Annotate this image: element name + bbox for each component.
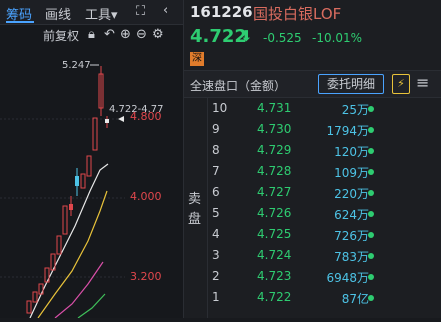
- ask-price: 4.728: [257, 164, 292, 178]
- ask-price: 4.724: [257, 248, 292, 262]
- ask-level: 6: [212, 185, 220, 199]
- ask-row[interactable]: 3 4.724 783万: [184, 245, 441, 266]
- candlestick-chart[interactable]: 5.247 4.722-4.77 4.800 4.000 3.200: [0, 46, 183, 319]
- ask-volume: 726万: [334, 229, 369, 243]
- status-dot-icon: [368, 190, 374, 196]
- candle: [69, 204, 73, 210]
- security-code: 161226: [190, 3, 253, 21]
- ask-price: 4.722: [257, 290, 292, 304]
- ask-volume: 6948万: [326, 271, 369, 285]
- ask-level: 10: [212, 101, 228, 115]
- status-dot-icon: [368, 211, 374, 217]
- ask-level: 1: [212, 290, 220, 304]
- security-name[interactable]: 国投白银LOF: [253, 3, 341, 24]
- menu-icon[interactable]: ≡: [416, 73, 429, 92]
- status-dot-icon: [368, 232, 374, 238]
- ask-price: 4.727: [257, 185, 292, 199]
- ask-level: 3: [212, 248, 220, 262]
- settings-gear-icon[interactable]: ⚙: [152, 27, 164, 43]
- quote-panel: 161226 国投白银LOF 4.722 ⬇ -0.525 -10.01% 深 …: [184, 0, 441, 318]
- order-book-header: 全速盘口（金额） 委托明细 ⚡ ≡: [184, 70, 441, 98]
- ma-line-yellow: [37, 190, 108, 319]
- ask-row[interactable]: 4 4.725 726万: [184, 224, 441, 245]
- ask-row[interactable]: 8 4.729 120万: [184, 140, 441, 161]
- status-dot-icon: [368, 106, 374, 112]
- candle: [86, 155, 92, 177]
- candle: [26, 300, 32, 314]
- ma-line-green: [77, 293, 106, 319]
- status-dot-icon: [368, 127, 374, 133]
- ask-level: 7: [212, 164, 220, 178]
- ask-level: 2: [212, 269, 220, 283]
- zoom-out-icon[interactable]: ⊖: [136, 27, 147, 43]
- ask-volume: 25万: [341, 103, 369, 117]
- ask-level: 8: [212, 143, 220, 157]
- last-candle: [105, 119, 109, 123]
- price-tick-label: 4.000: [130, 190, 162, 203]
- ask-volume: 120万: [334, 145, 369, 159]
- candle: [80, 173, 86, 189]
- price-change-percent: -10.01%: [312, 31, 363, 45]
- ask-price: 4.726: [257, 206, 292, 220]
- high-price-label: 5.247: [62, 60, 91, 71]
- candle: [75, 176, 79, 186]
- ask-row[interactable]: 1 4.722 87亿: [184, 287, 441, 308]
- ask-volume: 87亿: [341, 292, 369, 306]
- lightning-icon[interactable]: ⚡: [392, 74, 410, 94]
- exchange-badge: 深: [190, 52, 204, 66]
- status-dot-icon: [368, 274, 374, 280]
- candle: [92, 117, 98, 151]
- chart-panel: 筹码 画线 工具▾ ⛶ ‹ 前复权 🔒︎ ↶ ⊕ ⊖ ⚙ 5.247 4.722…: [0, 0, 184, 319]
- ma-line-magenta: [54, 261, 104, 319]
- ask-price: 4.729: [257, 143, 292, 157]
- ask-price: 4.723: [257, 269, 292, 283]
- ask-volume: 624万: [334, 208, 369, 222]
- ask-volume: 220万: [334, 187, 369, 201]
- ask-row[interactable]: 7 4.728 109万: [184, 161, 441, 182]
- current-price-pointer: [118, 116, 124, 122]
- zoom-in-icon[interactable]: ⊕: [120, 27, 131, 43]
- ask-level: 5: [212, 206, 220, 220]
- ask-level: 4: [212, 227, 220, 241]
- price-tick-label: 4.800: [130, 110, 162, 123]
- candlestick-chart-svg: 5.247 4.722-4.77 4.800 4.000 3.200: [0, 60, 164, 319]
- status-dot-icon: [368, 253, 374, 259]
- ask-price: 4.725: [257, 227, 292, 241]
- adjust-dropdown[interactable]: 前复权: [43, 27, 79, 44]
- active-tab-indicator: [6, 21, 34, 23]
- lock-icon[interactable]: 🔒︎: [88, 27, 95, 43]
- ask-price: 4.730: [257, 122, 292, 136]
- tab-draw-line[interactable]: 画线: [45, 4, 71, 23]
- order-detail-button[interactable]: 委托明细: [318, 74, 384, 94]
- ask-row[interactable]: 2 4.723 6948万: [184, 266, 441, 287]
- ask-level: 9: [212, 122, 220, 136]
- ask-row[interactable]: 9 4.730 1794万: [184, 119, 441, 140]
- order-book-mode-label[interactable]: 全速盘口（金额）: [190, 77, 286, 94]
- ask-volume: 1794万: [326, 124, 369, 138]
- ask-row[interactable]: 6 4.727 220万: [184, 182, 441, 203]
- chart-toolbar: 前复权 🔒︎ ↶ ⊕ ⊖ ⚙: [0, 25, 183, 45]
- ask-volume: 109万: [334, 166, 369, 180]
- ask-row[interactable]: 10 4.731 25万: [184, 98, 441, 119]
- undo-icon[interactable]: ↶: [104, 27, 115, 43]
- status-dot-icon: [368, 148, 374, 154]
- tab-tools[interactable]: 工具▾: [85, 4, 118, 23]
- last-price: 4.722: [190, 26, 247, 47]
- candle: [56, 235, 62, 255]
- status-dot-icon: [368, 169, 374, 175]
- ma-line-white: [29, 163, 109, 319]
- price-change: -0.525: [263, 31, 302, 45]
- ask-price: 4.731: [257, 101, 292, 115]
- candle: [62, 205, 68, 235]
- expand-icon[interactable]: ⛶: [136, 4, 145, 20]
- status-dot-icon: [368, 295, 374, 301]
- chart-tabbar: 筹码 画线 工具▾ ⛶ ‹: [0, 0, 183, 25]
- down-arrow-icon: ⬇: [240, 27, 253, 45]
- candle: [32, 291, 38, 303]
- ask-row[interactable]: 5 4.726 624万: [184, 203, 441, 224]
- price-tick-label: 3.200: [130, 270, 162, 283]
- ask-volume: 783万: [334, 250, 369, 264]
- collapse-panel-icon[interactable]: ‹: [163, 3, 168, 19]
